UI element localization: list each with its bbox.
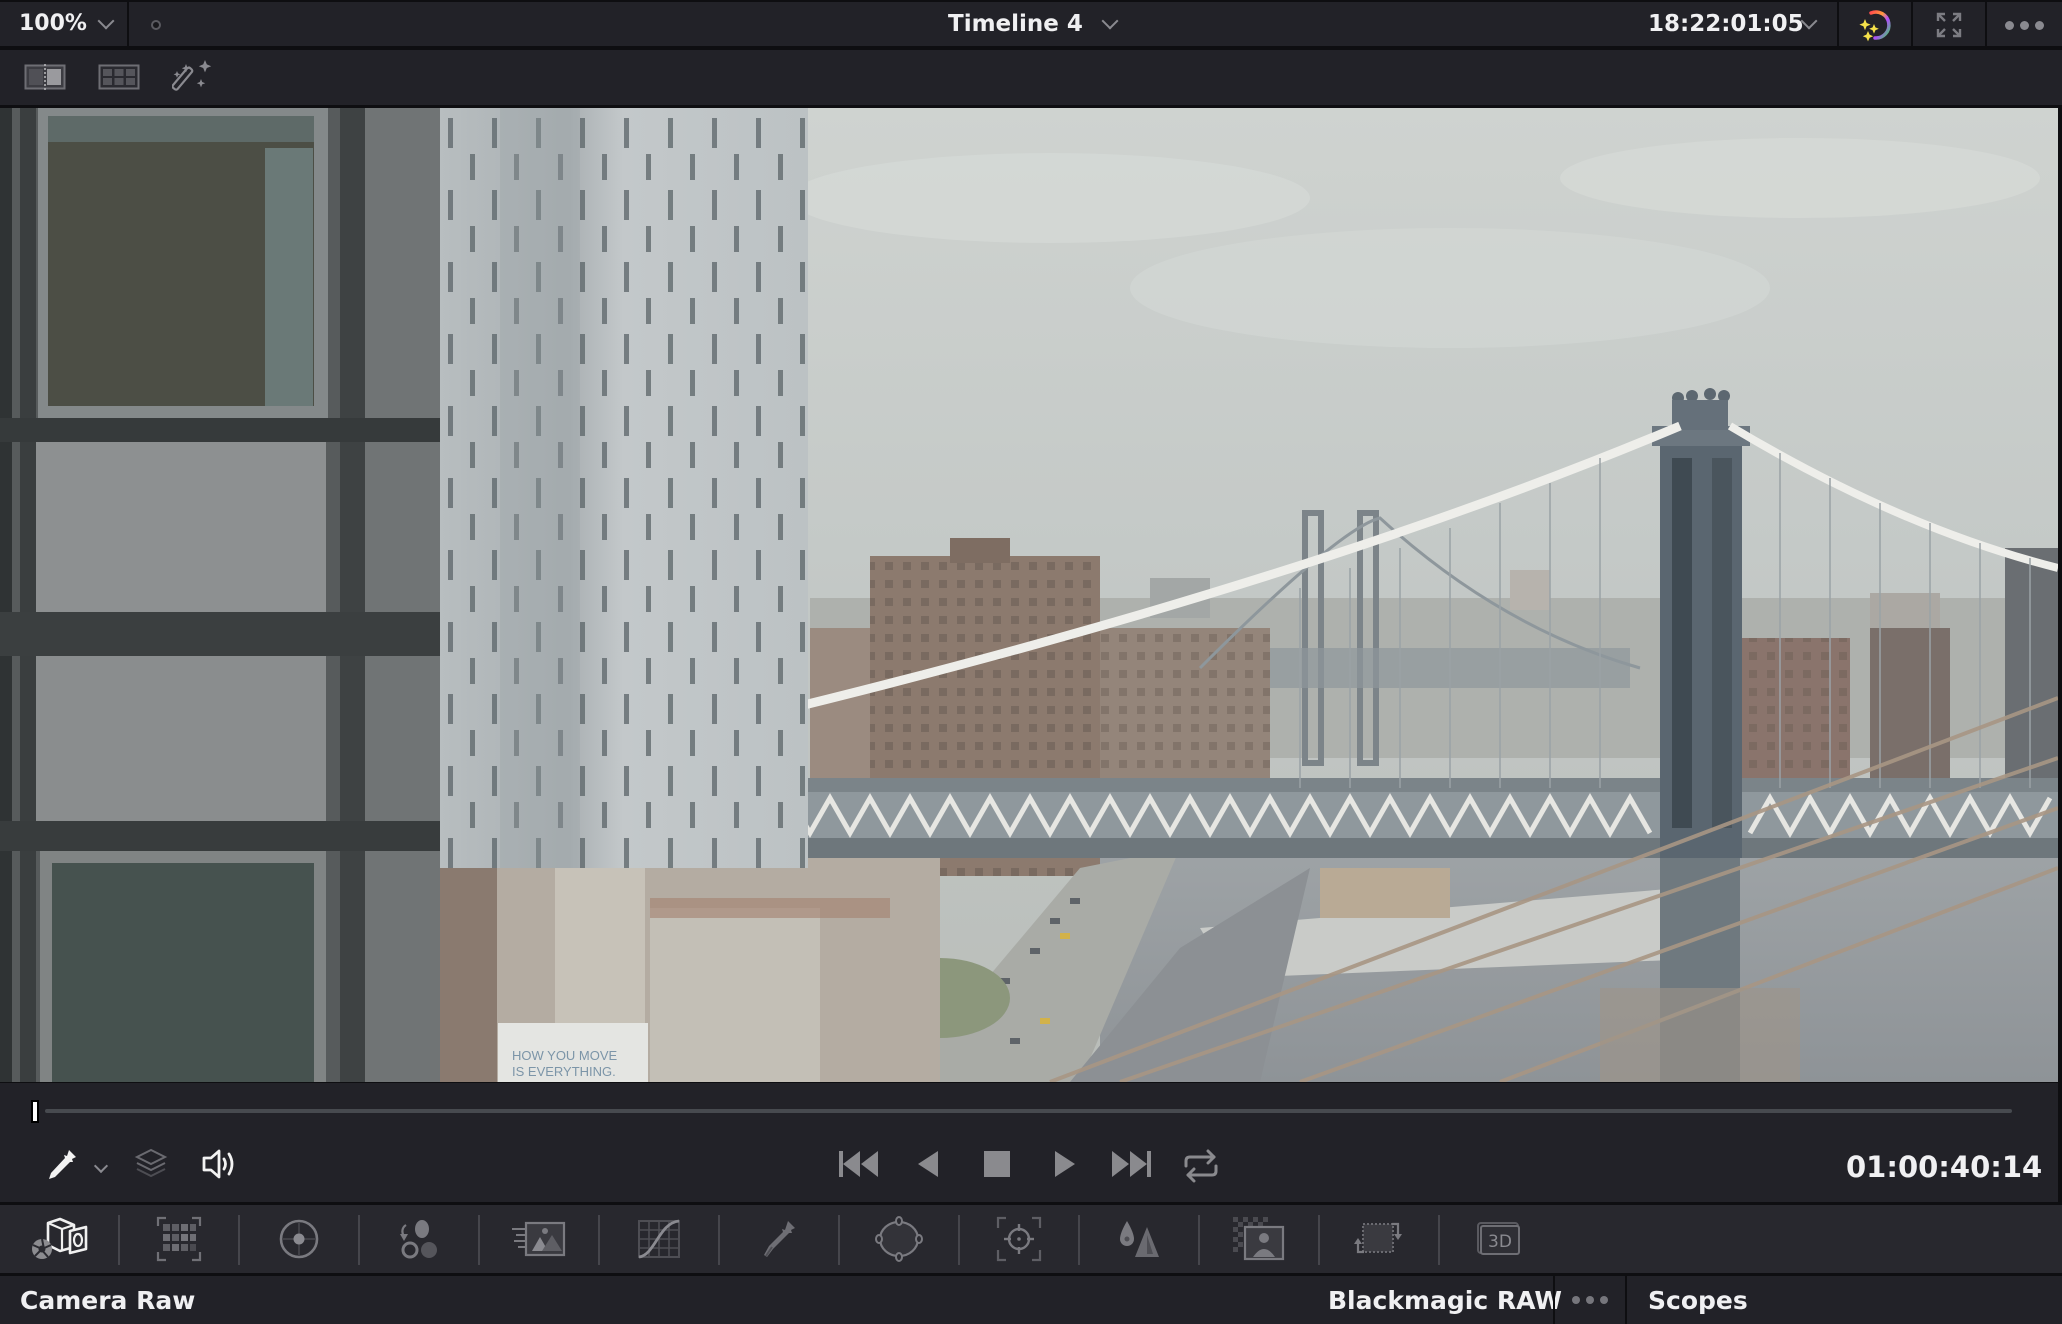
window-icon — [875, 1216, 923, 1262]
more-options-icon — [1572, 1296, 1608, 1304]
palette-camera-raw[interactable] — [0, 1205, 118, 1273]
play-icon[interactable] — [1053, 1149, 1077, 1179]
video-viewer[interactable]: HOW YOU MOVE IS EVERYTHING. — [0, 108, 2058, 1082]
loop-icon[interactable] — [1182, 1149, 1220, 1183]
status-bar: Camera Raw Blackmagic RAW Scopes — [0, 1276, 2062, 1324]
sizing-icon — [1354, 1222, 1402, 1254]
color-wheels-icon — [279, 1219, 319, 1259]
magic-color-wheel-icon — [1859, 10, 1891, 42]
dot-icon — [151, 20, 161, 30]
speaker-icon[interactable] — [200, 1147, 238, 1181]
skip-to-end-icon[interactable] — [1110, 1149, 1152, 1179]
playhead[interactable] — [31, 1100, 39, 1123]
scrubber-track[interactable] — [45, 1109, 2012, 1113]
tracker-icon — [996, 1216, 1042, 1262]
billboard-text-line2: IS EVERYTHING. — [512, 1064, 616, 1079]
panel-options-button[interactable] — [1553, 1276, 1627, 1324]
rgb-mixer-icon — [400, 1220, 437, 1259]
palette-tracker[interactable] — [960, 1205, 1078, 1273]
split-screen-icon[interactable] — [24, 62, 66, 92]
decoder-label: Blackmagic RAW — [1328, 1286, 1562, 1315]
play-reverse-icon[interactable] — [916, 1149, 940, 1179]
blur-icon — [1120, 1221, 1159, 1257]
video-frame: HOW YOU MOVE IS EVERYTHING. — [0, 108, 2058, 1082]
chevron-down-icon[interactable] — [93, 1158, 109, 1174]
expand-icon — [1936, 12, 1962, 38]
curves-icon — [638, 1219, 680, 1259]
eyedropper-icon[interactable] — [45, 1147, 79, 1181]
viewer-edge — [2058, 108, 2062, 1203]
source-timecode[interactable]: 18:22:01:05 — [1648, 11, 1804, 37]
magic-wand-icon[interactable] — [172, 58, 214, 96]
qualifier-icon — [764, 1221, 795, 1257]
chevron-down-icon[interactable] — [1101, 12, 1119, 30]
palette-qualifier[interactable] — [720, 1205, 838, 1273]
palette-motion-effects[interactable] — [480, 1205, 598, 1273]
viewer-toolbar — [0, 50, 2062, 107]
more-options-button[interactable] — [1985, 2, 2062, 48]
zoom-dropdown[interactable]: 100% — [0, 2, 129, 48]
palette-curves[interactable] — [600, 1205, 718, 1273]
palette-blur[interactable] — [1080, 1205, 1198, 1273]
palette-key[interactable] — [1200, 1205, 1318, 1273]
3d-label: 3D — [1488, 1232, 1512, 1252]
palette-bar: 3D — [0, 1202, 2062, 1276]
panel-title-camera-raw: Camera Raw — [20, 1286, 196, 1315]
camera-raw-icon — [32, 1217, 88, 1259]
stop-icon[interactable] — [983, 1149, 1011, 1179]
palette-3d[interactable]: 3D — [1440, 1205, 1558, 1273]
skip-to-start-icon[interactable] — [838, 1149, 880, 1179]
palette-rgb-mixer[interactable] — [360, 1205, 478, 1273]
palette-color-match[interactable] — [120, 1205, 238, 1273]
chevron-down-icon — [97, 12, 115, 30]
more-options-icon — [2005, 20, 2044, 30]
palette-window[interactable] — [840, 1205, 958, 1273]
layers-icon[interactable] — [134, 1147, 168, 1181]
record-timecode: 01:00:40:14 — [1846, 1150, 2043, 1184]
magic-color-wheel-button[interactable] — [1837, 2, 1911, 48]
palette-color-wheels[interactable] — [240, 1205, 358, 1273]
key-icon — [1233, 1217, 1285, 1261]
zoom-level: 100% — [19, 11, 87, 36]
color-match-icon — [156, 1216, 202, 1262]
panel-title-scopes: Scopes — [1648, 1286, 1748, 1315]
timeline-name[interactable]: Timeline 4 — [948, 11, 1083, 37]
3d-icon: 3D — [1477, 1222, 1520, 1255]
palette-sizing[interactable] — [1320, 1205, 1438, 1273]
viewer-header: 100% Timeline 4 18:22:01:05 — [0, 0, 2062, 48]
billboard-text-line1: HOW YOU MOVE — [512, 1048, 618, 1063]
fullscreen-button[interactable] — [1911, 2, 1985, 48]
gallery-grid-icon[interactable] — [98, 62, 140, 92]
transport-bar: 01:00:40:14 — [0, 1083, 2058, 1202]
motion-effects-icon — [512, 1221, 566, 1257]
